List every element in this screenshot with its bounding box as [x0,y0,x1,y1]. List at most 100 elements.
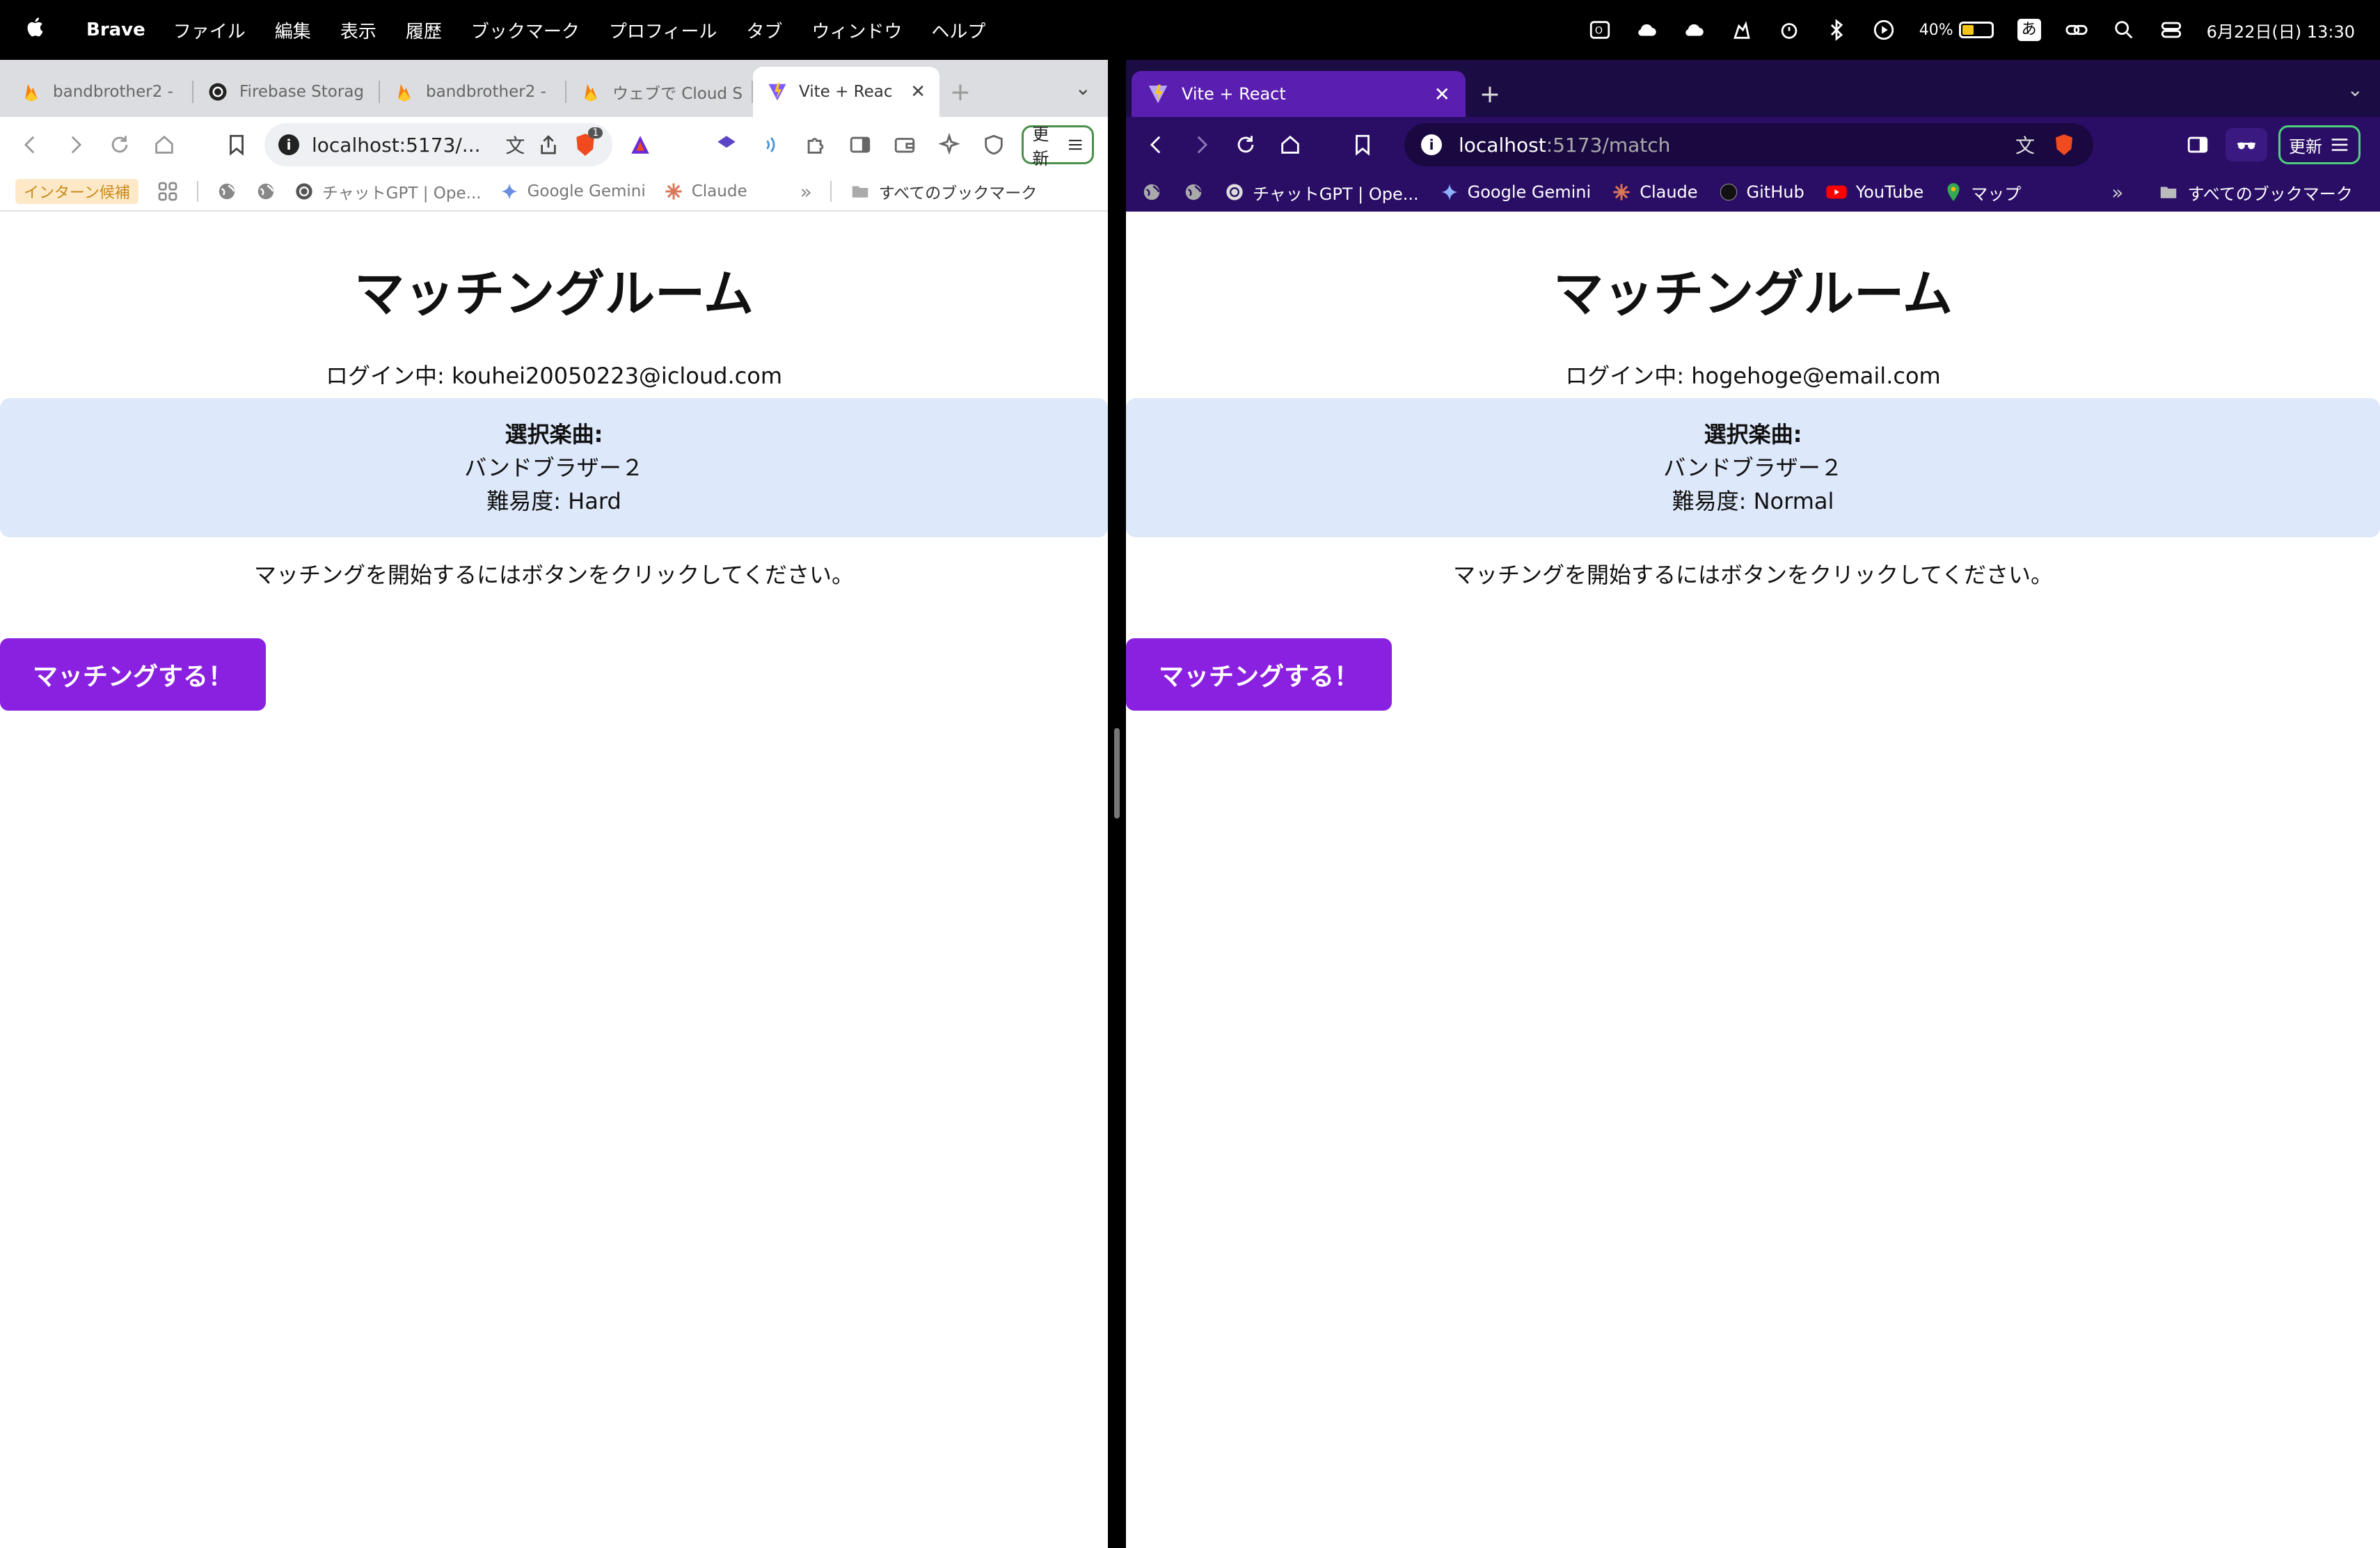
url-text[interactable]: localhost:5173/... [312,134,493,157]
bookmark-chatgpt[interactable]: チャットGPT | Ope... [294,180,482,203]
tab-label: Vite + Reac [799,83,893,101]
extension-audio-icon[interactable] [754,128,788,161]
menu-view[interactable]: 表示 [340,17,376,43]
forward-button[interactable] [58,128,92,161]
tab-search-chevron-icon[interactable]: ⌄ [1075,77,1091,100]
back-button[interactable] [14,128,47,161]
tab-bandbrother2-2[interactable]: bandbrother2 - [380,67,566,117]
bookmark-claude[interactable]: Claude [1612,182,1698,202]
all-bookmarks-folder[interactable]: すべてのブックマーク [850,180,1037,203]
cloud-icon[interactable] [1635,18,1659,42]
menubar-status-area: O 40% あ 6月22日(日) 13:30 [1588,18,2355,42]
translate-icon[interactable]: 文 [505,131,525,159]
reload-button[interactable] [103,128,136,161]
brave-shields-icon[interactable]: 1 [572,127,603,158]
apps-grid-icon[interactable] [157,180,179,203]
folder-icon [852,186,868,198]
close-tab-icon[interactable]: ✕ [910,81,926,102]
bookmarks-overflow-icon[interactable]: » [800,180,812,203]
url-text[interactable]: localhost:5173/match [1459,134,1999,157]
tab-firebase-storage[interactable]: Firebase Storag [193,67,380,117]
bookmark-gemini[interactable]: Google Gemini [500,182,646,201]
start-matching-button[interactable]: マッチングする！ [1126,638,1392,711]
brave-rewards-icon[interactable] [624,128,657,161]
menu-edit[interactable]: 編集 [275,17,311,43]
vite-icon [768,83,786,101]
globe-icon[interactable] [216,181,237,202]
tab-bandbrother2-1[interactable]: bandbrother2 - [7,67,193,117]
battery-indicator[interactable]: 40% [1919,22,1994,39]
address-bar[interactable]: i localhost:5173/... 文 1 [264,123,613,166]
menubar-clock[interactable]: 6月22日(日) 13:30 [2207,18,2355,42]
sidebar-toggle-icon[interactable] [843,128,877,161]
update-label: 更新 [1032,125,1049,168]
apple-icon[interactable] [25,16,51,45]
search-icon[interactable] [2112,18,2136,42]
forward-button[interactable] [1184,128,1218,161]
browser-toolbar: i localhost:5173/match 文 更新 [1126,117,2380,173]
tab-vite-react-active[interactable]: Vite + Reac ✕ [753,67,939,117]
menu-help[interactable]: ヘルプ [931,17,985,43]
timer-icon[interactable] [1777,18,1801,42]
selected-song-panel: 選択楽曲: バンドブラザー２ 難易度: Normal [1126,398,2380,537]
close-tab-icon[interactable]: ✕ [1434,83,1450,106]
menu-bookmarks[interactable]: ブックマーク [471,17,580,43]
tab-search-chevron-icon[interactable]: ⌄ [2347,78,2363,101]
bookmark-button[interactable] [220,128,253,161]
home-button[interactable] [1274,128,1307,161]
battery-icon [1958,22,1994,38]
all-bookmarks-folder[interactable]: すべてのブックマーク [2158,180,2353,205]
globe-icon[interactable] [255,181,276,202]
translate-icon[interactable]: 文 [2015,131,2035,159]
sidebar-toggle-icon[interactable] [2181,128,2214,161]
wallet-icon[interactable] [888,128,921,161]
site-info-icon[interactable]: i [1421,134,1442,155]
bookmark-folder-intern[interactable]: インターン候補 [15,179,138,204]
globe-icon[interactable] [1183,182,1204,203]
reload-button[interactable] [1229,128,1262,161]
update-menu-button[interactable]: 更新 [1022,125,1094,168]
bluetooth-icon[interactable] [1825,18,1848,42]
new-tab-button[interactable]: + [939,67,981,117]
bookmarks-overflow-icon[interactable]: » [2111,181,2123,204]
tab-vite-react-active[interactable]: Vite + React ✕ [1132,71,1466,117]
address-bar[interactable]: i localhost:5173/match 文 [1404,123,2093,166]
home-button[interactable] [148,128,181,161]
bookmark-gemini[interactable]: Google Gemini [1440,182,1591,202]
link-icon[interactable] [2065,18,2088,42]
menu-window[interactable]: ウィンドウ [811,17,902,43]
bookmark-chatgpt[interactable]: チャットGPT | Ope... [1225,180,1419,205]
tab-cloud-storage[interactable]: ウェブで Cloud S [566,67,753,117]
extensions-puzzle-icon[interactable] [799,128,832,161]
bookmark-claude[interactable]: Claude [664,182,747,201]
start-matching-button[interactable]: マッチングする！ [0,638,266,711]
vpn-shield-icon[interactable] [977,128,1010,161]
input-method-indicator[interactable]: あ [2017,19,2041,41]
cloud-icon[interactable] [1683,18,1706,42]
new-tab-button[interactable]: + [1466,71,1514,117]
play-icon[interactable] [1872,18,1896,42]
update-menu-button[interactable]: 更新 [2278,125,2361,164]
control-center-icon[interactable] [2159,18,2183,42]
bookmark-maps[interactable]: マップ [1944,180,2021,205]
outlook-icon[interactable]: O [1588,18,1612,42]
hand-icon[interactable] [1730,18,1754,42]
bookmark-github[interactable]: GitHub [1719,182,1804,202]
back-button[interactable] [1140,128,1173,161]
app-menu-brave[interactable]: Brave [86,19,145,40]
extension-layers-icon[interactable] [710,128,743,161]
menu-profile[interactable]: プロフィール [609,17,717,43]
brave-shields-icon[interactable] [2052,132,2077,157]
menu-history[interactable]: 履歴 [406,17,442,43]
menu-tab[interactable]: タブ [746,17,782,43]
bookmark-button[interactable] [1346,128,1379,161]
site-info-icon[interactable]: i [278,134,299,155]
divider-handle[interactable] [1114,728,1120,819]
split-view-divider[interactable] [1108,60,1126,1548]
leo-ai-icon[interactable] [933,128,966,161]
share-icon[interactable] [537,134,560,156]
menu-file[interactable]: ファイル [173,17,246,43]
private-glasses-icon[interactable] [2226,128,2267,161]
globe-icon[interactable] [1141,182,1162,203]
bookmark-youtube[interactable]: YouTube [1825,182,1923,202]
